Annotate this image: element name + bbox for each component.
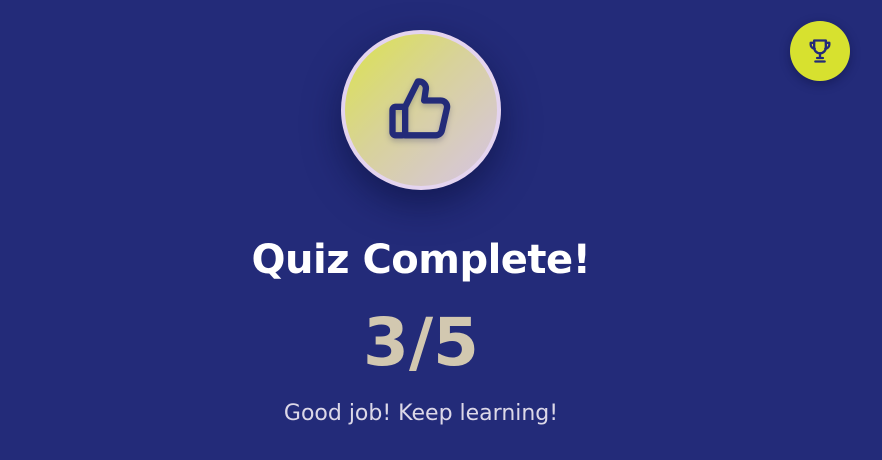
page-title: Quiz Complete! (251, 237, 591, 283)
result-message: Good job! Keep learning! (283, 401, 559, 426)
result-badge (341, 30, 501, 190)
quiz-result-screen: Quiz Complete! 3/5 Good job! Keep learni… (0, 0, 882, 460)
score-value: 3/5 (363, 304, 479, 381)
trophy-button[interactable] (790, 21, 850, 81)
trophy-icon (806, 37, 834, 65)
thumbs-up-icon (383, 72, 459, 148)
